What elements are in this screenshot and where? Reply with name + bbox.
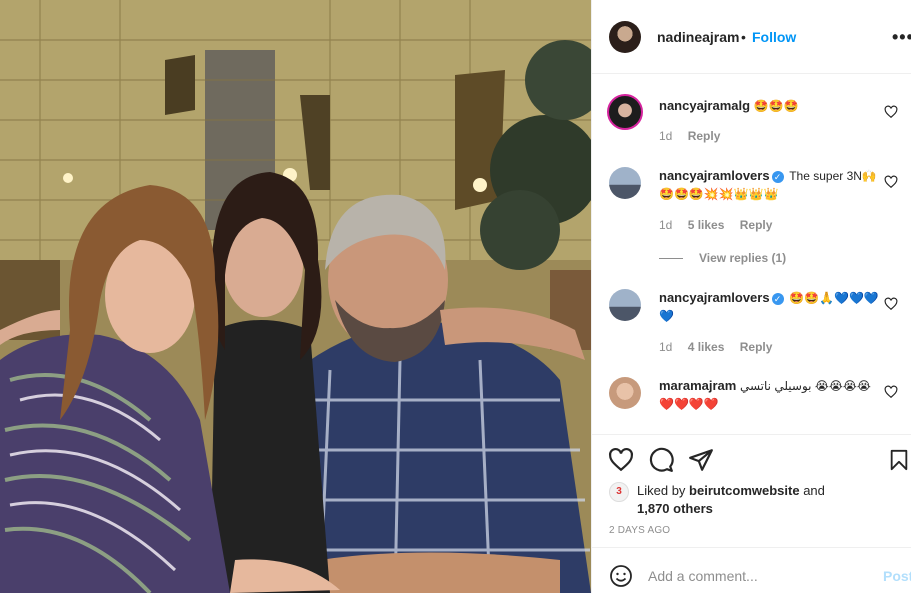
like-comment-icon[interactable] (884, 105, 898, 119)
comment-icon[interactable] (648, 447, 674, 473)
reply-button[interactable]: Reply (740, 340, 773, 354)
comment-age: 1d (659, 129, 673, 143)
post-side-panel: nadineajram • Follow ••• nancyajramalg 🤩… (591, 0, 911, 593)
liked-by-others[interactable]: 1,870 others (637, 501, 713, 516)
comment-meta: 1d 5 likes Reply (659, 218, 784, 232)
liked-by-and: and (803, 483, 825, 498)
comment-body: 🤩🤩🤩 (753, 99, 799, 113)
replies-divider (659, 258, 683, 260)
view-replies-button[interactable]: View replies (1) (659, 251, 786, 265)
post-comment-button[interactable]: Post (883, 568, 911, 584)
author-username[interactable]: nadineajram (657, 29, 739, 45)
liked-by-summary: Liked by beirutcomwebsite and 1,870 othe… (637, 482, 867, 518)
like-comment-icon[interactable] (884, 175, 898, 189)
instagram-post-view: nadineajram • Follow ••• nancyajramalg 🤩… (0, 0, 911, 593)
verified-badge-icon: ✓ (771, 171, 784, 183)
comment-username[interactable]: nancyajramlovers (659, 290, 770, 305)
commenter-avatar[interactable] (607, 94, 643, 130)
comment-text: nancyajramlovers ✓ The super 3N🙌🤩🤩🤩💥💥👑👑👑 (659, 167, 879, 203)
more-options-icon[interactable]: ••• (892, 27, 911, 48)
like-comment-icon[interactable] (884, 297, 898, 311)
comment-text: nancyajramalg 🤩🤩🤩 (659, 97, 879, 115)
comment-username[interactable]: nancyajramlovers (659, 168, 770, 183)
emoji-icon[interactable] (609, 564, 633, 588)
like-comment-icon[interactable] (884, 385, 898, 399)
comment-username[interactable]: maramajram (659, 378, 736, 393)
comment-meta: 1d Reply (659, 129, 732, 143)
comment-likes[interactable]: 4 likes (688, 340, 725, 354)
comment-text: maramajram بوسيلي ناتسي 😭😭😭😭❤️❤️❤️❤️ (659, 377, 879, 413)
share-icon[interactable] (688, 447, 714, 473)
comment-likes[interactable]: 5 likes (688, 218, 725, 232)
post-photo[interactable] (0, 0, 591, 593)
commenter-avatar[interactable] (609, 289, 641, 321)
post-timestamp[interactable]: 2 DAYS AGO (609, 525, 670, 536)
comment-input[interactable] (648, 565, 868, 587)
reply-button[interactable]: Reply (688, 129, 721, 143)
heart-icon[interactable] (608, 447, 634, 473)
bookmark-icon[interactable] (888, 447, 910, 473)
follow-button[interactable]: Follow (752, 29, 796, 45)
comment-composer: Post (592, 547, 911, 593)
commenter-avatar[interactable] (609, 377, 641, 409)
comment-text: nancyajramlovers ✓ 🤩🤩🙏💙💙💙💙 (659, 289, 879, 325)
verified-badge-icon: ✓ (771, 293, 784, 305)
commenter-avatar[interactable] (609, 167, 641, 199)
liked-by-user[interactable]: beirutcomwebsite (689, 483, 800, 498)
post-header: nadineajram • Follow ••• (592, 0, 911, 74)
author-avatar[interactable] (609, 21, 641, 53)
comment-age: 1d (659, 218, 673, 232)
separator-dot: • (741, 29, 746, 45)
view-replies-label: View replies (1) (699, 251, 787, 265)
comment-username[interactable]: nancyajramalg (659, 98, 750, 113)
reply-button[interactable]: Reply (740, 218, 773, 232)
liker-avatar[interactable]: 3 (609, 482, 629, 502)
liked-by-prefix: Liked by (637, 483, 686, 498)
comment-meta: 1d 4 likes Reply (659, 340, 784, 354)
comment-age: 1d (659, 340, 673, 354)
photo-illustration (0, 0, 591, 593)
